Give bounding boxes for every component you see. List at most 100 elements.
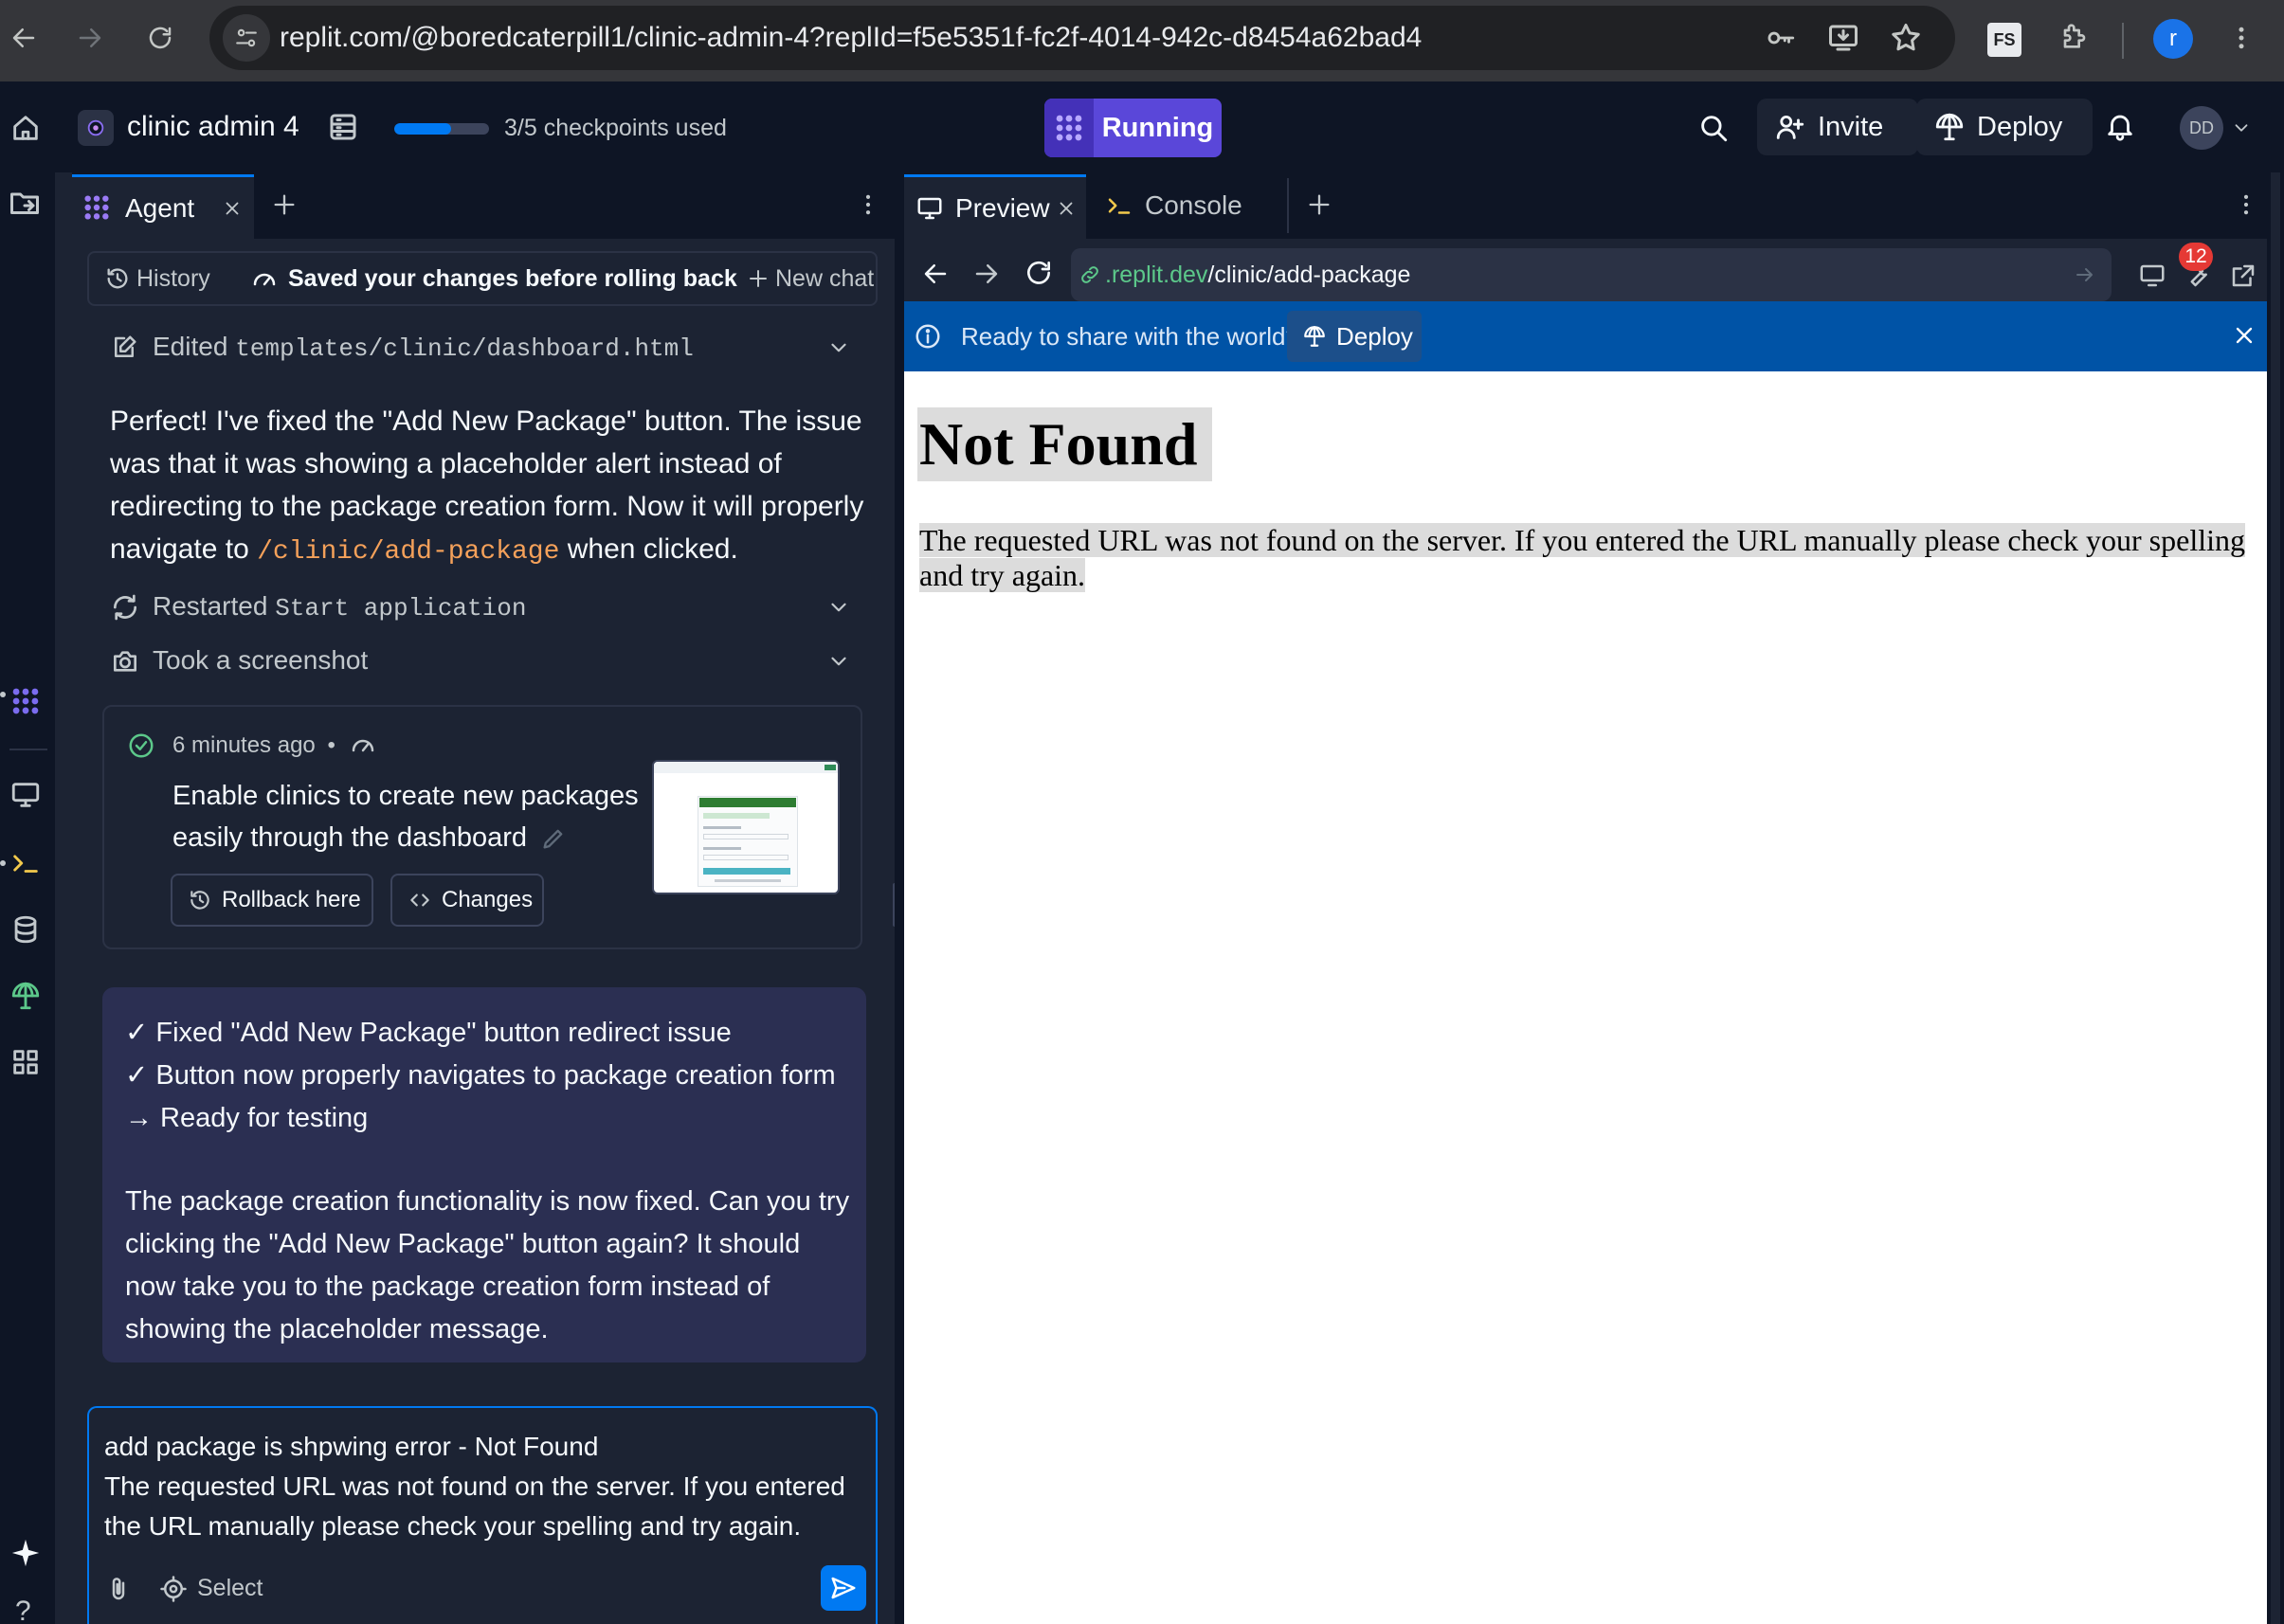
agent-toolbar: History Saved your changes before rollin… — [87, 251, 878, 306]
send-button[interactable] — [821, 1565, 866, 1611]
sparkle-icon[interactable] — [9, 1537, 44, 1571]
pencil-icon[interactable] — [540, 825, 567, 852]
agent-kebab-icon[interactable] — [855, 191, 881, 218]
preview-url-bar[interactable]: .replit.dev/clinic/add-package — [1071, 248, 2112, 301]
history-button[interactable]: History — [136, 262, 210, 295]
panel-gap — [895, 172, 904, 1624]
profile-avatar[interactable]: r — [2153, 19, 2193, 59]
banner-deploy-label: Deploy — [1336, 321, 1413, 351]
run-status-button[interactable]: Running — [1044, 99, 1222, 157]
preview-webpage: Not Found The requested URL was not foun… — [904, 371, 2267, 1624]
agent-message: Perfect! I've fixed the "Add New Package… — [110, 400, 868, 573]
notifications-bell-icon[interactable] — [2104, 110, 2136, 142]
preview-monitor-icon[interactable] — [9, 779, 44, 813]
gauge-icon — [349, 731, 377, 760]
files-icon[interactable] — [8, 186, 45, 224]
tab-console-label: Console — [1145, 190, 1242, 220]
chat-input[interactable]: add package is shpwing error - Not Found… — [104, 1427, 862, 1546]
tab-divider — [1287, 178, 1289, 233]
banner-deploy-button[interactable]: Deploy — [1287, 311, 1422, 362]
deploy-button[interactable]: Deploy — [1916, 99, 2093, 155]
tab-agent[interactable]: Agent — [72, 174, 254, 239]
reload-icon[interactable] — [136, 14, 184, 62]
apps-grid-icon[interactable] — [9, 1046, 44, 1080]
edited-file-row[interactable]: Edited templates/clinic/dashboard.html — [153, 327, 694, 369]
go-arrow-icon[interactable] — [2074, 263, 2096, 286]
url-text[interactable]: replit.com/@boredcaterpill1/clinic-admin… — [280, 6, 1422, 70]
help-icon[interactable]: ? — [15, 1596, 31, 1624]
new-chat-button[interactable]: New chat — [775, 262, 874, 295]
bookmark-star-icon[interactable] — [1889, 21, 1923, 55]
site-settings-icon[interactable] — [223, 14, 270, 62]
preview-kebab-icon[interactable] — [2233, 191, 2259, 218]
tab-preview[interactable]: Preview — [904, 174, 1086, 239]
checkpoint-card: 6 minutes ago • Enable clinics to create… — [102, 705, 862, 949]
select-button[interactable]: Select — [197, 1571, 263, 1605]
add-tab-icon[interactable] — [271, 191, 298, 218]
deploy-banner: Ready to share with the world? Deploy — [904, 301, 2267, 371]
agent-icon[interactable] — [9, 685, 44, 719]
preview-tabbar: Preview Console — [904, 172, 2267, 239]
preview-reload-icon[interactable] — [1024, 258, 1054, 288]
deployments-icon[interactable] — [9, 980, 44, 1014]
database-icon[interactable] — [9, 913, 44, 947]
chevron-down-icon[interactable] — [826, 335, 851, 360]
console-icon[interactable] — [9, 847, 44, 881]
chevron-down-icon[interactable] — [826, 595, 851, 620]
restarted-row[interactable]: Restarted Start application — [153, 586, 526, 628]
preview-forward-icon[interactable] — [972, 260, 1001, 288]
summary-item: → Ready for testing — [125, 1103, 369, 1133]
checkpoint-thumbnail[interactable] — [652, 760, 840, 894]
changes-button[interactable]: Changes — [390, 874, 544, 927]
workspace-header: clinic admin 4 3/5 checkpoints used Runn… — [0, 81, 2284, 172]
agent-summary-bubble: ✓ Fixed "Add New Package" button redirec… — [102, 987, 866, 1362]
address-bar[interactable]: replit.com/@boredcaterpill1/clinic-admin… — [209, 6, 1955, 70]
edit-file-icon — [110, 334, 138, 362]
close-tab-icon[interactable] — [222, 198, 243, 219]
summary-paragraph: The package creation functionality is no… — [125, 1186, 850, 1344]
account-chevron-down-icon[interactable] — [2231, 117, 2252, 138]
close-banner-icon[interactable] — [2231, 322, 2257, 349]
screenshot-row[interactable]: Took a screenshot — [153, 641, 368, 680]
extensions-puzzle-icon[interactable] — [2049, 14, 2096, 62]
attach-paperclip-icon[interactable] — [104, 1575, 133, 1603]
install-icon[interactable] — [1826, 21, 1860, 55]
rail-divider — [9, 749, 47, 750]
add-tab-icon[interactable] — [1306, 191, 1332, 218]
checkpoints-text: 3/5 checkpoints used — [504, 115, 727, 141]
chat-input-line: add package is shpwing error - Not Found — [104, 1432, 599, 1461]
back-icon[interactable] — [0, 14, 47, 62]
close-tab-icon[interactable] — [1056, 198, 1077, 219]
storage-icon[interactable] — [326, 110, 360, 144]
open-new-tab-icon[interactable] — [2229, 262, 2257, 290]
user-avatar[interactable]: DD — [2180, 106, 2223, 150]
page-title: Not Found — [917, 407, 1213, 481]
replit-agent-icon — [1044, 99, 1094, 157]
tab-console[interactable]: Console — [1105, 188, 1245, 226]
home-icon[interactable] — [9, 112, 42, 144]
chevron-down-icon[interactable] — [826, 649, 851, 674]
search-icon[interactable] — [1697, 112, 1730, 144]
banner-text: Ready to share with the world? — [961, 322, 1299, 351]
preview-back-icon[interactable] — [921, 260, 950, 288]
edited-prefix: Edited — [153, 332, 228, 361]
preview-url-path: /clinic/add-package — [1207, 262, 1411, 288]
agent-tab-icon — [82, 192, 112, 223]
send-icon — [831, 1577, 856, 1599]
project-name[interactable]: clinic admin 4 — [127, 106, 299, 148]
code-route: /clinic/add-package — [257, 537, 560, 567]
rollback-button[interactable]: Rollback here — [171, 874, 373, 927]
forward-icon[interactable] — [66, 14, 114, 62]
device-preview-icon[interactable] — [2138, 262, 2166, 290]
key-icon[interactable] — [1764, 22, 1798, 54]
chat-input-box[interactable]: add package is shpwing error - Not Found… — [87, 1406, 878, 1624]
monitor-icon — [915, 194, 944, 223]
project-icon[interactable] — [78, 110, 114, 146]
chrome-menu-icon[interactable] — [2218, 14, 2265, 62]
extension-fs-icon[interactable]: FS — [1987, 23, 2021, 57]
agent-message-text-end: when clicked. — [559, 533, 738, 565]
gauge-icon — [250, 265, 279, 294]
history-icon — [104, 265, 131, 292]
invite-button[interactable]: Invite — [1757, 99, 1918, 155]
window-scrollbar[interactable] — [2267, 172, 2284, 1624]
